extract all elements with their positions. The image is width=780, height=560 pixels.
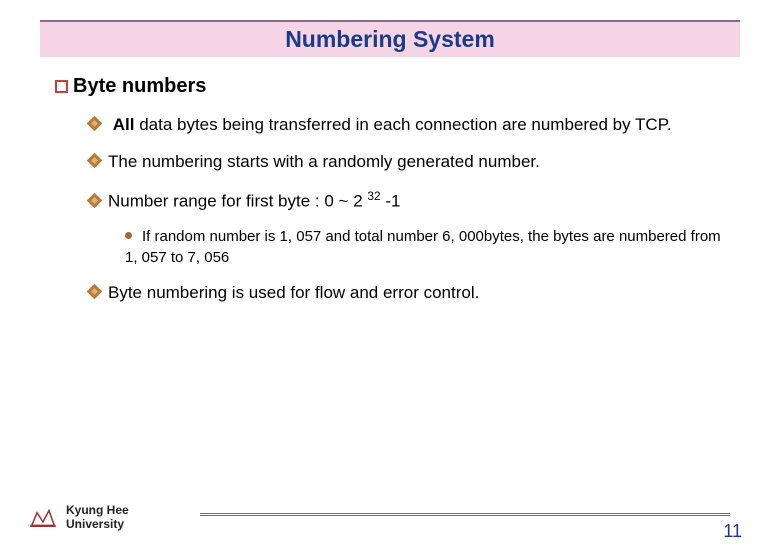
point-text: Byte numbering is used for flow and erro… [108, 283, 479, 302]
bullet-point: Byte numbering is used for flow and erro… [89, 282, 725, 305]
footer-divider [200, 513, 730, 516]
square-bullet-icon [55, 80, 68, 93]
university-name-line1: Kyung Hee [66, 504, 129, 518]
page-number: 11 [723, 521, 742, 542]
point-text: -1 [381, 192, 401, 211]
university-logo-icon [28, 506, 58, 530]
superscript: 32 [367, 189, 380, 203]
diamond-bullet-icon [87, 116, 103, 132]
university-name: Kyung Hee University [66, 504, 129, 532]
dot-bullet-icon [125, 232, 132, 239]
point-text-bold: All [113, 115, 135, 134]
heading-text: Byte numbers [73, 75, 206, 97]
diamond-bullet-icon [87, 284, 103, 300]
university-name-line2: University [66, 518, 129, 532]
slide-title-bar: Numbering System [40, 20, 740, 57]
sub-point-text: If random number is 1, 057 and total num… [125, 228, 721, 265]
bullet-point: All data bytes being transferred in each… [89, 114, 725, 137]
bullet-point: Number range for first byte : 0 ~ 2 32 -… [89, 188, 725, 214]
diamond-bullet-icon [87, 153, 103, 169]
slide-content: Byte numbers All data bytes being transf… [0, 57, 780, 305]
slide-title: Numbering System [285, 26, 495, 52]
footer-logo-block: Kyung Hee University [28, 504, 129, 532]
section-heading: Byte numbers [55, 75, 725, 98]
sub-bullet-point: If random number is 1, 057 and total num… [125, 227, 725, 268]
point-text: Number range for first byte : 0 ~ 2 [108, 192, 367, 211]
point-text: data bytes being transferred in each con… [134, 115, 671, 134]
bullet-point: The numbering starts with a randomly gen… [89, 151, 725, 174]
point-text: The numbering starts with a randomly gen… [108, 152, 540, 171]
diamond-bullet-icon [87, 192, 103, 208]
